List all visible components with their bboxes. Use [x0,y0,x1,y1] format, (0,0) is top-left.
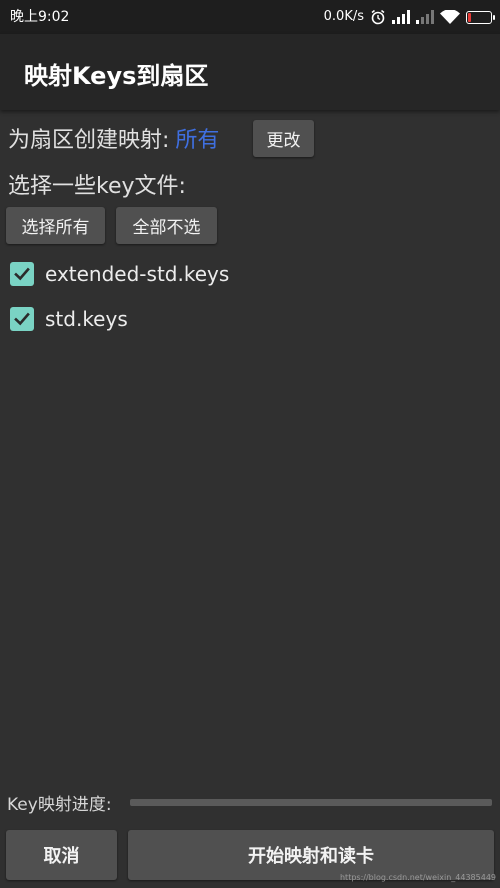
sector-mapping-label: 为扇区创建映射: [8,128,170,153]
check-icon [14,312,30,326]
key-file-label: extended-std.keys [45,262,230,286]
select-none-button[interactable]: 全部不选 [116,207,217,244]
change-button[interactable]: 更改 [253,120,314,157]
status-time: 晚上9:02 [10,9,70,25]
network-speed: 0.0K/s [323,9,364,24]
select-all-button[interactable]: 选择所有 [6,207,105,244]
watermark: https://blog.csdn.net/weixin_44385449 [339,873,496,882]
status-bar: 晚上9:02 0.0K/s [0,0,500,34]
sector-mapping-row: 为扇区创建映射: 所有 [8,120,219,156]
progress-row: Key映射进度: [7,790,112,815]
status-icons: 0.0K/s [323,0,495,34]
key-file-label: std.keys [45,307,128,331]
sector-mapping-value: 所有 [175,128,220,153]
signal-icon [416,10,434,24]
app-bar: 映射Keys到扇区 [0,34,500,110]
checkbox[interactable] [10,307,34,331]
battery-level [468,12,472,22]
key-files-label: 选择一些key文件: [8,174,186,199]
signal-icon [392,10,410,24]
battery-icon [466,10,495,24]
alarm-icon [370,9,386,25]
cancel-button[interactable]: 取消 [6,830,117,880]
progress-label: Key映射进度: [7,794,112,815]
checkbox[interactable] [10,262,34,286]
progress-bar [130,799,492,806]
key-file-item[interactable]: std.keys [10,305,128,333]
check-icon [14,267,30,281]
key-file-item[interactable]: extended-std.keys [10,260,229,288]
page-title: 映射Keys到扇区 [24,62,209,90]
wifi-icon [440,10,460,24]
